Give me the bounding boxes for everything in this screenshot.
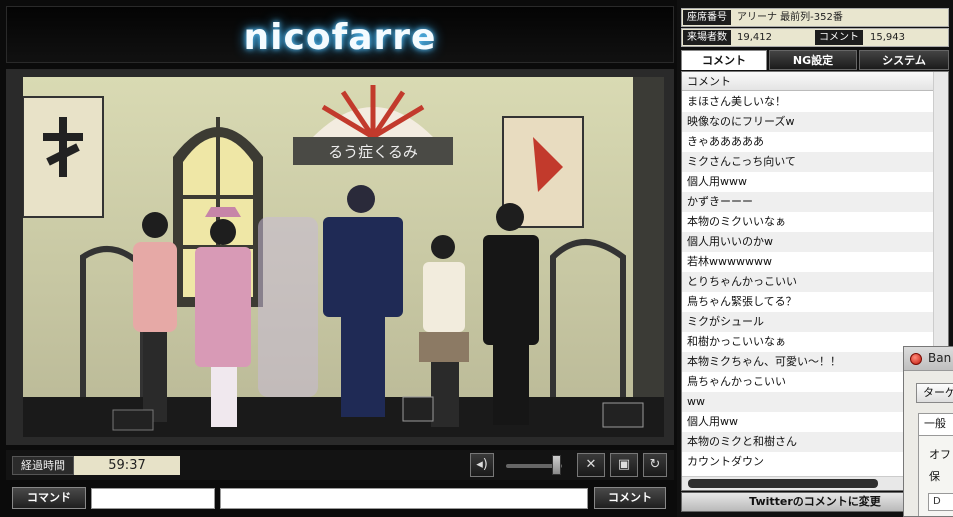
horizontal-scrollbar-thumb[interactable] [688, 479, 878, 488]
comment-rows: まほさん美しいな！ 映像なのにフリーズw きゃあああああ ミクさんこっち向いて … [682, 92, 933, 472]
list-item[interactable]: 若林wwwwwww [682, 252, 933, 272]
tab-system[interactable]: システム [859, 50, 949, 70]
player-area: nicofarre るう症くるみ 経過時間 59:37 ◂) ✕ ▣ ↻ コマン… [0, 0, 677, 517]
volume-slider-knob[interactable] [551, 455, 561, 475]
save-label: 保 [929, 470, 940, 483]
list-item[interactable]: きゃあああああ [682, 132, 933, 152]
visitors-value: 19,412 [737, 32, 772, 43]
stage-scene-image: るう症くるみ [23, 77, 664, 437]
speaker-icon: ◂) [476, 457, 488, 472]
list-item[interactable]: 鳥ちゃんかっこいい [682, 372, 933, 392]
video-stream[interactable]: るう症くるみ [23, 77, 664, 437]
list-item[interactable]: 個人用ww [682, 412, 933, 432]
tab-general[interactable]: 一般 [918, 413, 953, 435]
visitors-info-row: 来場者数 19,412 コメント 15,943 [681, 28, 949, 47]
reload-button[interactable]: ↻ [643, 453, 667, 477]
overlapping-window[interactable]: Ban ターゲ 一般 オフ 保 D [903, 346, 953, 517]
hide-comments-button[interactable]: ✕ [577, 453, 605, 477]
window-titlebar[interactable]: Ban [904, 347, 953, 371]
mute-button[interactable]: ◂) [470, 453, 494, 477]
control-bar: 経過時間 59:37 ◂) ✕ ▣ ↻ [6, 450, 674, 480]
list-item[interactable]: ミクがシュール [682, 312, 933, 332]
command-input[interactable] [91, 488, 215, 509]
comment-count-label: コメント [815, 30, 863, 45]
horizontal-scrollbar[interactable] [682, 476, 933, 490]
screen-icon: ▣ [617, 457, 631, 472]
video-frame: るう症くるみ [6, 69, 674, 445]
tab-comment[interactable]: コメント [681, 50, 767, 70]
list-item[interactable]: カウントダウン [682, 452, 933, 472]
list-item[interactable]: かずきーーー [682, 192, 933, 212]
list-item[interactable]: 鳥ちゃん緊張してる？ [682, 292, 933, 312]
tab-ng-settings[interactable]: NG設定 [769, 50, 857, 70]
elapsed-time-value: 59:37 [74, 456, 180, 475]
seat-info-row: 座席番号 アリーナ 最前列-352番 [681, 8, 949, 27]
comment-list-header[interactable]: コメント [682, 72, 933, 91]
list-item[interactable]: 本物のミクと和樹さん [682, 432, 933, 452]
list-item[interactable]: ミクさんこっち向いて [682, 152, 933, 172]
seat-value: アリーナ 最前列-352番 [737, 12, 843, 23]
option-label: オフ [929, 448, 951, 461]
panel-tabs: コメント NG設定 システム [681, 50, 949, 70]
list-item[interactable]: 個人用www [682, 172, 933, 192]
visitors-label: 来場者数 [683, 30, 731, 45]
elapsed-time-label: 経過時間 [12, 456, 74, 475]
close-icon[interactable] [910, 353, 922, 365]
comment-count-value: 15,943 [870, 32, 905, 43]
reload-icon: ↻ [649, 457, 661, 472]
comment-submit-button[interactable]: コメント [594, 487, 666, 509]
list-item[interactable]: 本物ミクちゃん、可愛い〜！！ [682, 352, 933, 372]
list-item[interactable]: 和樹かっこいいなぁ [682, 332, 933, 352]
nicofarre-logo: nicofarre [243, 17, 437, 58]
list-item[interactable]: 映像なのにフリーズw [682, 112, 933, 132]
list-item[interactable]: まほさん美しいな！ [682, 92, 933, 112]
list-item[interactable]: ww [682, 392, 933, 412]
path-field[interactable]: D [928, 493, 953, 511]
target-button[interactable]: ターゲ [916, 383, 953, 403]
logo-bar: nicofarre [6, 6, 674, 63]
seat-label: 座席番号 [683, 10, 731, 25]
comment-entry-bar: コマンド コメント [6, 484, 674, 514]
screen-mode-button[interactable]: ▣ [610, 453, 638, 477]
stage-sign-text: るう症くるみ [328, 143, 418, 161]
comment-input[interactable] [220, 488, 588, 509]
window-title: Ban [928, 351, 952, 365]
command-button[interactable]: コマンド [12, 487, 86, 509]
list-item[interactable]: とりちゃんかっこいい [682, 272, 933, 292]
list-item[interactable]: 本物のミクいいなぁ [682, 212, 933, 232]
list-item[interactable]: 個人用いいのかw [682, 232, 933, 252]
comment-off-icon: ✕ [585, 457, 597, 472]
